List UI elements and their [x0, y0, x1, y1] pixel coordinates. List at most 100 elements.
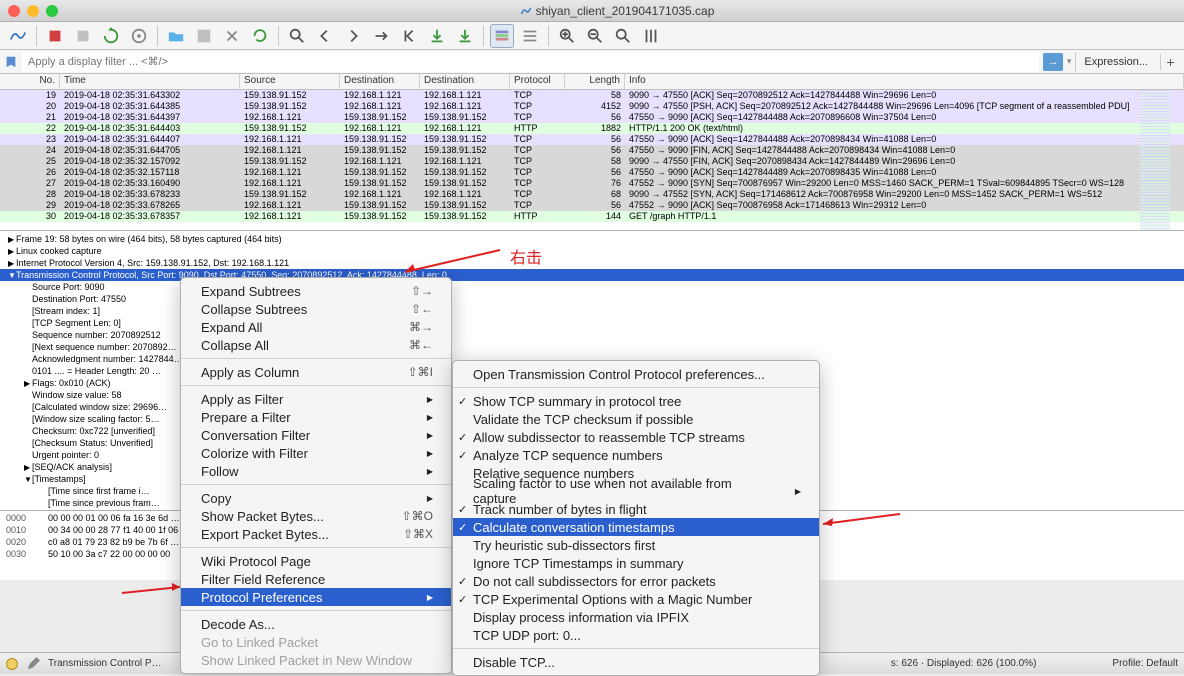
menu-item[interactable]: Collapse Subtrees⇧←	[181, 300, 451, 318]
go-next-icon[interactable]	[341, 24, 365, 48]
zoom-icon[interactable]	[46, 5, 58, 17]
menu-item[interactable]: Protocol Preferences	[181, 588, 451, 606]
submenu-item[interactable]: ✓Allow subdissector to reassemble TCP st…	[453, 428, 819, 446]
submenu-item[interactable]: ✓TCP Experimental Options with a Magic N…	[453, 590, 819, 608]
detail-field[interactable]: [Next sequence number: 2070892…	[0, 341, 1184, 353]
submenu-item[interactable]: Disable TCP...	[453, 653, 819, 671]
submenu-item[interactable]: Validate the TCP checksum if possible	[453, 410, 819, 428]
status-profile[interactable]: Profile: Default	[1112, 658, 1178, 669]
minimap[interactable]	[1140, 90, 1170, 230]
capture-options-icon[interactable]	[127, 24, 151, 48]
menu-item[interactable]: Prepare a Filter	[181, 408, 451, 426]
go-last-icon[interactable]	[425, 24, 449, 48]
menu-item[interactable]: Apply as Filter	[181, 390, 451, 408]
open-file-icon[interactable]	[164, 24, 188, 48]
menu-item[interactable]: Apply as Column⇧⌘I	[181, 363, 451, 381]
packet-row[interactable]: 262019-04-18 02:35:32.157118192.168.1.12…	[0, 167, 1184, 178]
edit-icon[interactable]	[26, 657, 40, 671]
submenu-item[interactable]: Open Transmission Control Protocol prefe…	[453, 365, 819, 383]
display-filter-input[interactable]	[22, 52, 1039, 72]
titlebar: shiyan_client_201904171035.cap	[0, 0, 1184, 22]
col-no[interactable]: No.	[0, 74, 60, 89]
expression-button[interactable]: Expression...	[1075, 52, 1156, 72]
menu-item[interactable]: Show Packet Bytes...⇧⌘O	[181, 507, 451, 525]
submenu-item[interactable]: ✓Track number of bytes in flight	[453, 500, 819, 518]
colorize-icon[interactable]	[490, 24, 514, 48]
zoom-out-icon[interactable]	[583, 24, 607, 48]
col-len[interactable]: Length	[565, 74, 625, 89]
go-prev-icon[interactable]	[313, 24, 337, 48]
col-source[interactable]: Source	[240, 74, 340, 89]
expert-info-icon[interactable]	[6, 658, 18, 670]
col-time[interactable]: Time	[60, 74, 240, 89]
capture-restart-icon[interactable]	[99, 24, 123, 48]
packet-row[interactable]: 202019-04-18 02:35:31.644385159.138.91.1…	[0, 101, 1184, 112]
menu-item[interactable]: Expand All⌘→	[181, 318, 451, 336]
submenu-item[interactable]: Try heuristic sub-dissectors first	[453, 536, 819, 554]
col-dest2[interactable]: Destination	[420, 74, 510, 89]
packet-list[interactable]: 192019-04-18 02:35:31.643302159.138.91.1…	[0, 90, 1184, 230]
submenu-item[interactable]: ✓Analyze TCP sequence numbers	[453, 446, 819, 464]
packet-row[interactable]: 252019-04-18 02:35:32.157092159.138.91.1…	[0, 156, 1184, 167]
find-icon[interactable]	[285, 24, 309, 48]
packet-row[interactable]: 282019-04-18 02:35:33.678233159.138.91.1…	[0, 189, 1184, 200]
menu-item[interactable]: Expand Subtrees⇧→	[181, 282, 451, 300]
packet-row[interactable]: 212019-04-18 02:35:31.644397192.168.1.12…	[0, 112, 1184, 123]
menu-item[interactable]: Collapse All⌘←	[181, 336, 451, 354]
reload-icon[interactable]	[248, 24, 272, 48]
detail-field[interactable]: Sequence number: 2070892512	[0, 329, 1184, 341]
detail-ip[interactable]: ▶Internet Protocol Version 4, Src: 159.1…	[0, 257, 1184, 269]
zoom-reset-icon[interactable]	[611, 24, 635, 48]
apply-filter-button[interactable]: →	[1043, 53, 1063, 71]
detail-tcp[interactable]: ▼Transmission Control Protocol, Src Port…	[0, 269, 1184, 281]
menu-item[interactable]: Export Packet Bytes...⇧⌘X	[181, 525, 451, 543]
packet-row[interactable]: 242019-04-18 02:35:31.644705192.168.1.12…	[0, 145, 1184, 156]
capture-stop-icon[interactable]	[71, 24, 95, 48]
go-jump-icon[interactable]	[369, 24, 393, 48]
submenu-item[interactable]: ✓Do not call subdissectors for error pac…	[453, 572, 819, 590]
col-info[interactable]: Info	[625, 74, 1184, 89]
add-filter-button[interactable]: +	[1160, 54, 1180, 70]
submenu-item[interactable]: TCP UDP port: 0...	[453, 626, 819, 644]
submenu-item[interactable]: ✓Show TCP summary in protocol tree	[453, 392, 819, 410]
autoscroll-icon[interactable]	[453, 24, 477, 48]
bookmark-icon[interactable]	[4, 55, 18, 69]
menu-item[interactable]: Decode As...	[181, 615, 451, 633]
detail-field[interactable]: Destination Port: 47550	[0, 293, 1184, 305]
detail-field[interactable]: [TCP Segment Len: 0]	[0, 317, 1184, 329]
close-icon[interactable]	[8, 5, 20, 17]
menu-item[interactable]: Filter Field Reference	[181, 570, 451, 588]
menu-item[interactable]: Colorize with Filter	[181, 444, 451, 462]
context-menu[interactable]: Expand Subtrees⇧→Collapse Subtrees⇧←Expa…	[180, 277, 452, 674]
menu-item[interactable]: Follow	[181, 462, 451, 480]
detail-field[interactable]: Source Port: 9090	[0, 281, 1184, 293]
packet-row[interactable]: 302019-04-18 02:35:33.678357192.168.1.12…	[0, 211, 1184, 222]
detail-field[interactable]: [Stream index: 1]	[0, 305, 1184, 317]
col-dest[interactable]: Destination	[340, 74, 420, 89]
packet-row[interactable]: 222019-04-18 02:35:31.644403159.138.91.1…	[0, 123, 1184, 134]
wireshark-logo-icon[interactable]	[6, 24, 30, 48]
zoom-in-icon[interactable]	[555, 24, 579, 48]
list-view-icon[interactable]	[518, 24, 542, 48]
resize-columns-icon[interactable]	[639, 24, 663, 48]
close-file-icon[interactable]	[220, 24, 244, 48]
go-first-icon[interactable]	[397, 24, 421, 48]
capture-start-icon[interactable]	[43, 24, 67, 48]
submenu-item[interactable]: ✓Calculate conversation timestamps	[453, 518, 819, 536]
save-file-icon[interactable]	[192, 24, 216, 48]
packet-row[interactable]: 232019-04-18 02:35:31.644407192.168.1.12…	[0, 134, 1184, 145]
submenu-item[interactable]: Ignore TCP Timestamps in summary	[453, 554, 819, 572]
detail-frame[interactable]: ▶Frame 19: 58 bytes on wire (464 bits), …	[0, 233, 1184, 245]
submenu-item[interactable]: Scaling factor to use when not available…	[453, 482, 819, 500]
menu-item[interactable]: Conversation Filter	[181, 426, 451, 444]
minimize-icon[interactable]	[27, 5, 39, 17]
submenu-item[interactable]: Display process information via IPFIX	[453, 608, 819, 626]
menu-item[interactable]: Copy	[181, 489, 451, 507]
detail-linux[interactable]: ▶Linux cooked capture	[0, 245, 1184, 257]
protocol-prefs-submenu[interactable]: Open Transmission Control Protocol prefe…	[452, 360, 820, 676]
packet-row[interactable]: 192019-04-18 02:35:31.643302159.138.91.1…	[0, 90, 1184, 101]
menu-item[interactable]: Wiki Protocol Page	[181, 552, 451, 570]
packet-row[interactable]: 272019-04-18 02:35:33.160490192.168.1.12…	[0, 178, 1184, 189]
col-proto[interactable]: Protocol	[510, 74, 565, 89]
packet-row[interactable]: 292019-04-18 02:35:33.678265192.168.1.12…	[0, 200, 1184, 211]
